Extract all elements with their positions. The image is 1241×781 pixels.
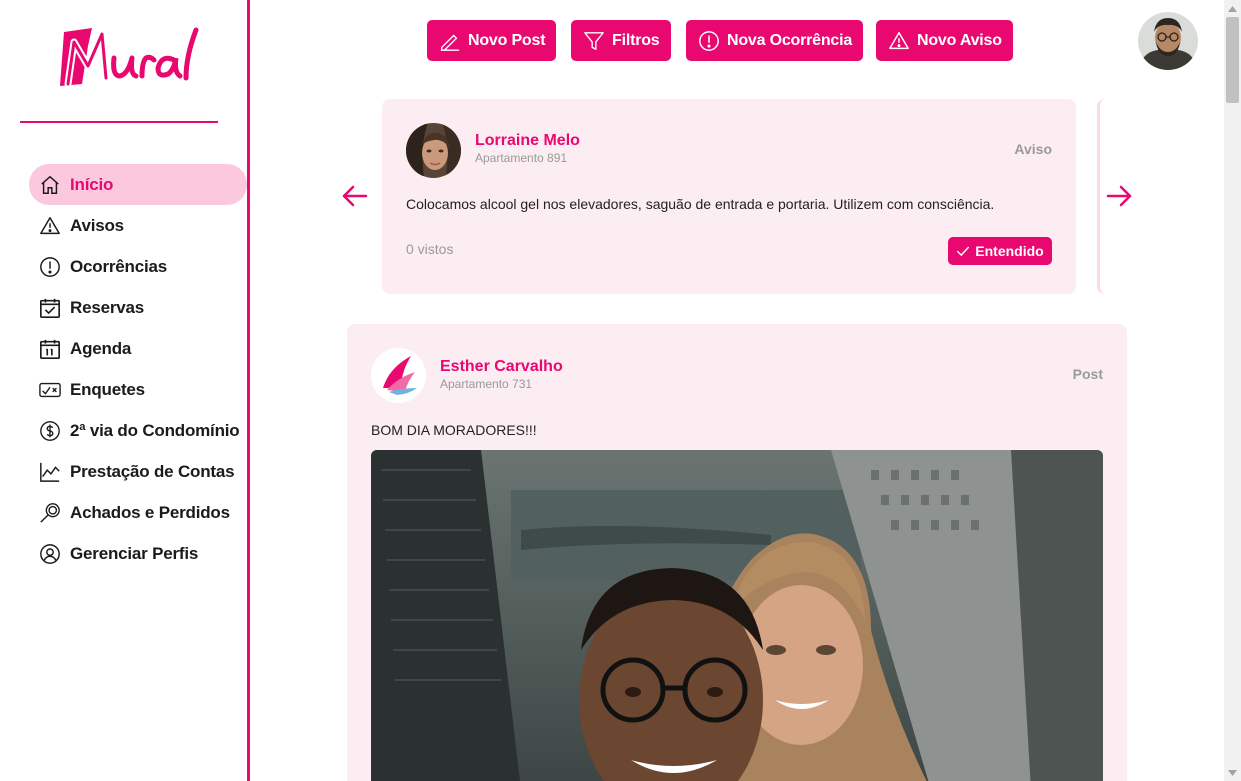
sidebar-item-prestacao-contas[interactable]: Prestação de Contas xyxy=(29,451,247,492)
post-card: Esther Carvalho Apartamento 731 Post BOM… xyxy=(347,324,1127,781)
line-chart-icon xyxy=(39,461,61,483)
carousel-prev-arrow-icon[interactable] xyxy=(340,181,370,211)
notice-type-label: Aviso xyxy=(1014,141,1052,157)
sidebar-item-agenda[interactable]: Agenda xyxy=(29,328,247,369)
sidebar-item-segunda-via[interactable]: 2ª via do Condomínio xyxy=(29,410,247,451)
author-avatar[interactable] xyxy=(406,123,461,178)
post-photo[interactable] xyxy=(371,450,1103,781)
warning-icon xyxy=(39,215,61,237)
logo-divider xyxy=(20,121,218,123)
sidebar-item-label: Avisos xyxy=(70,215,124,235)
sidebar-item-gerenciar-perfis[interactable]: Gerenciar Perfis xyxy=(29,533,247,574)
new-notice-label: Novo Aviso xyxy=(917,31,1002,49)
vertical-scrollbar[interactable] xyxy=(1224,0,1241,781)
understood-label: Entendido xyxy=(975,243,1044,259)
new-occurrence-label: Nova Ocorrência xyxy=(727,31,853,49)
mural-logo[interactable] xyxy=(58,26,203,92)
sidebar-item-label: Início xyxy=(70,174,114,194)
post-apartment: Apartamento 731 xyxy=(440,377,533,391)
sidebar-item-label: Achados e Perdidos xyxy=(70,502,230,522)
sidebar-item-enquetes[interactable]: Enquetes xyxy=(29,369,247,410)
next-notice-card-peek xyxy=(1097,99,1105,294)
filters-button[interactable]: Filtros xyxy=(571,20,671,61)
scroll-up-arrow-icon[interactable] xyxy=(1224,0,1241,17)
user-circle-icon xyxy=(39,543,61,565)
calendar-check-icon xyxy=(39,297,61,319)
sidebar: Início Avisos Ocorrências Reservas Agend… xyxy=(0,0,250,781)
understood-button[interactable]: Entendido xyxy=(948,237,1052,265)
notice-apartment: Apartamento 891 xyxy=(475,151,568,165)
sidebar-item-label: Gerenciar Perfis xyxy=(70,543,199,563)
author-avatar[interactable] xyxy=(371,348,426,403)
sidebar-item-inicio[interactable]: Início xyxy=(29,164,247,205)
sidebar-item-achados-perdidos[interactable]: Achados e Perdidos xyxy=(29,492,247,533)
home-icon xyxy=(39,174,61,196)
notice-views: 0 vistos xyxy=(406,241,454,257)
sidebar-item-label: Reservas xyxy=(70,297,145,317)
carousel-next-arrow-icon[interactable] xyxy=(1104,181,1134,211)
sidebar-item-ocorrencias[interactable]: Ocorrências xyxy=(29,246,247,287)
post-type-label: Post xyxy=(1072,366,1103,382)
new-post-button[interactable]: Novo Post xyxy=(427,20,557,61)
sidebar-item-reservas[interactable]: Reservas xyxy=(29,287,247,328)
sidebar-item-avisos[interactable]: Avisos xyxy=(29,205,247,246)
sidebar-item-label: 2ª via do Condomínio xyxy=(70,420,240,440)
sidebar-item-label: Agenda xyxy=(70,338,132,358)
sidebar-nav: Início Avisos Ocorrências Reservas Agend… xyxy=(29,164,247,574)
new-notice-button[interactable]: Novo Aviso xyxy=(876,20,1013,61)
pen-icon xyxy=(438,29,462,53)
check-icon xyxy=(957,246,970,256)
sidebar-item-label: Prestação de Contas xyxy=(70,461,235,481)
alert-circle-icon xyxy=(697,29,721,53)
sidebar-item-label: Enquetes xyxy=(70,379,145,399)
notice-card: Lorraine Melo Apartamento 891 Aviso Colo… xyxy=(382,99,1076,294)
dollar-circle-icon xyxy=(39,420,61,442)
alert-circle-icon xyxy=(39,256,61,278)
notice-author[interactable]: Lorraine Melo xyxy=(475,132,580,150)
filters-label: Filtros xyxy=(612,31,660,49)
scroll-down-arrow-icon[interactable] xyxy=(1224,764,1241,781)
new-occurrence-button[interactable]: Nova Ocorrência xyxy=(686,20,864,61)
sidebar-item-label: Ocorrências xyxy=(70,256,168,276)
magnifier-icon xyxy=(39,502,61,524)
scrollbar-thumb[interactable] xyxy=(1226,17,1239,103)
calendar-day-icon xyxy=(39,338,61,360)
user-avatar[interactable] xyxy=(1138,12,1198,70)
post-author[interactable]: Esther Carvalho xyxy=(440,358,563,376)
warning-icon xyxy=(887,29,911,53)
filter-icon xyxy=(582,29,606,53)
new-post-label: Novo Post xyxy=(468,31,546,49)
poll-icon xyxy=(39,379,61,401)
notice-text: Colocamos alcool gel nos elevadores, sag… xyxy=(406,196,995,212)
post-text: BOM DIA MORADORES!!! xyxy=(371,422,537,438)
